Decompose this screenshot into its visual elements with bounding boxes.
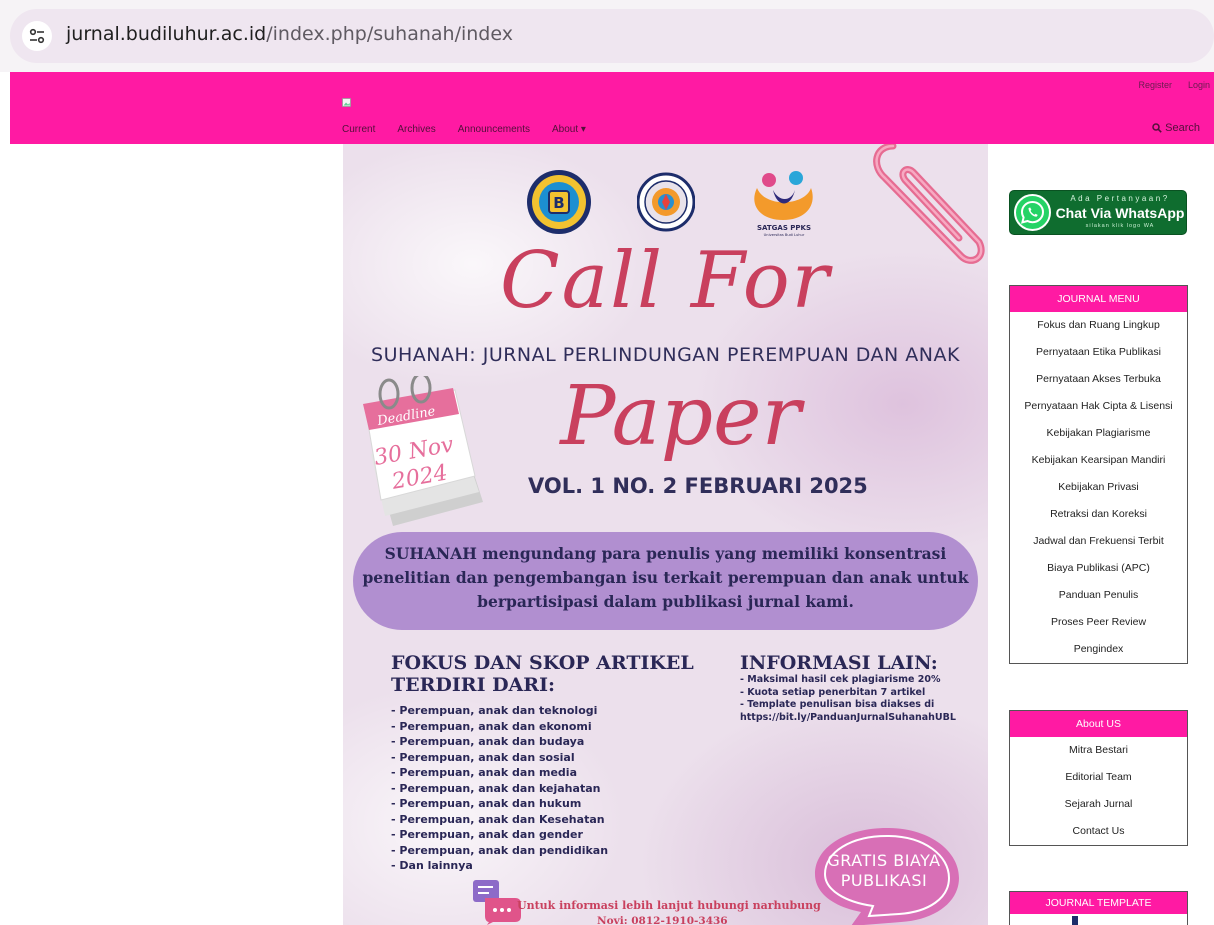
list-item: - Perempuan, anak dan budaya: [391, 735, 585, 748]
nav-current[interactable]: Current: [342, 124, 375, 135]
fokus-heading: FOKUS DAN SKOP ARTIKEL TERDIRI DARI:: [391, 652, 694, 696]
site-header: Register Login Current Archives Announce…: [10, 72, 1214, 144]
list-item: - Perempuan, anak dan Kesehatan: [391, 812, 605, 826]
address-bar[interactable]: jurnal.budiluhur.ac.id/index.php/suhanah…: [10, 9, 1214, 63]
fokus-heading-line-2: TERDIRI DARI:: [391, 674, 555, 696]
menu-item-retraksi[interactable]: Retraksi dan Koreksi: [1010, 501, 1187, 528]
search-label: Search: [1165, 122, 1200, 134]
menu-item-panduan[interactable]: Panduan Penulis: [1010, 582, 1187, 609]
search-link[interactable]: Search: [1152, 122, 1200, 134]
menu-item-peer-review[interactable]: Proses Peer Review: [1010, 609, 1187, 636]
menu-item-hak-cipta[interactable]: Pernyataan Hak Cipta & Lisensi: [1010, 393, 1187, 420]
info-list: - Maksimal hasil cek plagiarisme 20% - K…: [740, 674, 956, 724]
journal-title: SUHANAH: JURNAL PERLINDUNGAN PEREMPUAN D…: [371, 344, 960, 366]
url-text[interactable]: jurnal.budiluhur.ac.id/index.php/suhanah…: [66, 23, 513, 45]
menu-item-fokus[interactable]: Fokus dan Ruang Lingkup: [1010, 312, 1187, 339]
list-item: - Perempuan, anak dan ekonomi: [391, 719, 592, 733]
menu-item-contact-us[interactable]: Contact Us: [1010, 818, 1187, 845]
institution-logos: B SATGAS PPKS Universitas Budi Luhur: [343, 166, 988, 246]
broken-image-icon[interactable]: [342, 98, 352, 108]
call-for-heading: Call For: [500, 236, 831, 326]
menu-item-akses[interactable]: Pernyataan Akses Terbuka: [1010, 366, 1187, 393]
tune-icon[interactable]: [22, 21, 52, 51]
satgas-label: SATGAS PPKS: [757, 224, 811, 232]
about-us-title: About US: [1010, 711, 1187, 737]
url-path: /index.php/suhanah/index: [266, 23, 513, 45]
volume-label: VOL. 1 NO. 2 FEBRUARI 2025: [528, 474, 868, 498]
info-heading: INFORMASI LAIN:: [740, 652, 938, 674]
list-item: https://bit.ly/PanduanJurnalSuhanahUBL: [740, 711, 956, 723]
invitation-text: SUHANAH mengundang para penulis yang mem…: [362, 544, 969, 611]
list-item: - Perempuan, anak dan media: [391, 766, 578, 779]
gratis-line-1: GRATIS BIAYA: [827, 851, 941, 870]
list-item: - Perempuan, anak dan hukum: [391, 797, 582, 810]
main-nav: Current Archives Announcements About ▾: [342, 124, 586, 135]
menu-item-plagiarisme[interactable]: Kebijakan Plagiarisme: [1010, 420, 1187, 447]
search-icon: [1152, 123, 1162, 133]
about-us-menu: About US Mitra Bestari Editorial Team Se…: [1009, 710, 1188, 846]
menu-item-sejarah[interactable]: Sejarah Jurnal: [1010, 791, 1187, 818]
menu-item-etika[interactable]: Pernyataan Etika Publikasi: [1010, 339, 1187, 366]
list-item: - Perempuan, anak dan kejahatan: [391, 781, 601, 795]
browser-toolbar: jurnal.budiluhur.ac.id/index.php/suhanah…: [0, 0, 1214, 72]
whatsapp-chat-button[interactable]: Ada Pertanyaan? Chat Via WhatsApp silaka…: [1009, 190, 1187, 235]
fokus-list: - Perempuan, anak dan teknologi - Peremp…: [391, 703, 608, 874]
fokus-heading-line-1: FOKUS DAN SKOP ARTIKEL: [391, 652, 694, 674]
chat-bubbles-icon: [473, 880, 521, 925]
whatsapp-tiny-text: silakan klik logo WA: [1085, 223, 1155, 229]
whatsapp-big-text: Chat Via WhatsApp: [1055, 205, 1185, 221]
login-link[interactable]: Login: [1188, 80, 1210, 90]
menu-item-pengindex[interactable]: Pengindex: [1010, 636, 1187, 663]
user-links: Register Login: [1138, 80, 1210, 90]
list-item: - Kuota setiap penerbitan 7 artikel: [740, 686, 926, 698]
menu-item-kearsipan[interactable]: Kebijakan Kearsipan Mandiri: [1010, 447, 1187, 474]
template-document-icon[interactable]: [1072, 916, 1078, 925]
list-item: - Template penulisan bisa diakses di: [740, 699, 935, 710]
register-link[interactable]: Register: [1138, 80, 1172, 90]
call-for-paper-poster[interactable]: B SATGAS PPKS Universitas Budi Luhur Cal…: [343, 144, 988, 925]
journal-menu: JOURNAL MENU Fokus dan Ruang Lingkup Per…: [1009, 285, 1188, 664]
contact-phone: Novi: 0812-1910-3436: [597, 915, 728, 925]
list-item: - Perempuan, anak dan gender: [391, 828, 583, 841]
nav-archives[interactable]: Archives: [397, 124, 435, 135]
url-domain: jurnal.budiluhur.ac.id: [66, 23, 267, 45]
contact-text: Untuk informasi lebih lanjut hubungi nar…: [517, 899, 821, 912]
whatsapp-icon: [1014, 194, 1051, 231]
menu-item-mitra-bestari[interactable]: Mitra Bestari: [1010, 737, 1187, 764]
svg-text:B: B: [553, 194, 564, 212]
whatsapp-small-text: Ada Pertanyaan?: [1070, 194, 1170, 203]
journal-template-box: JOURNAL TEMPLATE: [1009, 891, 1188, 925]
menu-item-editorial-team[interactable]: Editorial Team: [1010, 764, 1187, 791]
journal-menu-title: JOURNAL MENU: [1010, 286, 1187, 312]
nav-announcements[interactable]: Announcements: [458, 124, 530, 135]
faculty-logo-icon: [637, 172, 695, 232]
menu-item-jadwal[interactable]: Jadwal dan Frekuensi Terbit: [1010, 528, 1187, 555]
gratis-text: GRATIS BIAYA PUBLIKASI: [819, 851, 949, 891]
list-item: - Perempuan, anak dan sosial: [391, 750, 575, 764]
university-logo-icon: B: [527, 170, 591, 234]
list-item: - Perempuan, anak dan teknologi: [391, 704, 598, 717]
deadline-calendar-icon: Deadline 30 Nov 2024: [363, 376, 483, 526]
gratis-line-2: PUBLIKASI: [840, 871, 928, 890]
list-item: - Dan lainnya: [391, 859, 473, 872]
menu-item-privasi[interactable]: Kebijakan Privasi: [1010, 474, 1187, 501]
list-item: - Perempuan, anak dan pendidikan: [391, 843, 609, 857]
nav-about[interactable]: About ▾: [552, 124, 586, 135]
menu-item-biaya[interactable]: Biaya Publikasi (APC): [1010, 555, 1187, 582]
satgas-logo-icon: SATGAS PPKS Universitas Budi Luhur: [754, 171, 813, 237]
journal-template-title: JOURNAL TEMPLATE: [1010, 892, 1187, 914]
list-item: - Maksimal hasil cek plagiarisme 20%: [740, 674, 941, 685]
